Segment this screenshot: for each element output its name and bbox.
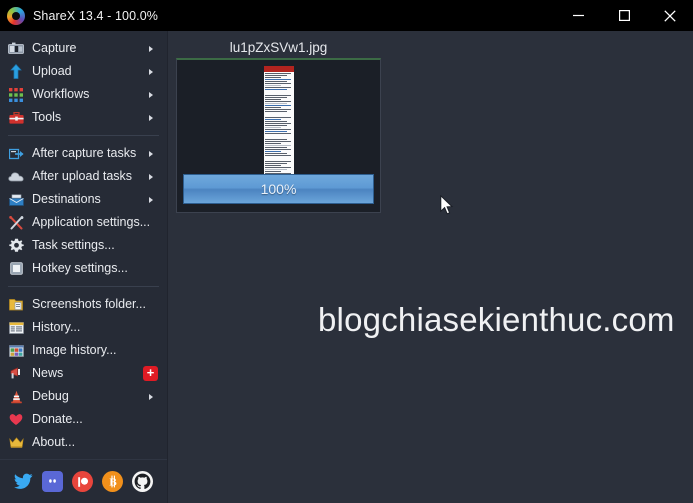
main-menu-panel: Capture Upload Workflows Tools After cap… [0,31,168,503]
menu-item-news[interactable]: News + [0,362,167,385]
toolbox-icon [8,110,24,126]
image-history-icon [8,343,24,359]
menu-item-label: News [32,366,64,381]
task-filename: lu1pZxSVw1.jpg [229,40,328,55]
menu-item-debug[interactable]: Debug [0,385,167,408]
megaphone-icon [8,366,24,382]
menu-item-about[interactable]: About... [0,431,167,454]
mouse-cursor-icon [440,194,454,216]
history-icon [8,320,24,336]
menu-separator [8,286,159,287]
menu-item-image-history[interactable]: Image history... [0,339,167,362]
menu-item-label: After capture tasks [32,146,137,161]
social-links-row: B [0,459,167,503]
chevron-right-icon [149,393,153,400]
menu-item-workflows[interactable]: Workflows [0,83,167,106]
menu-item-tools[interactable]: Tools [0,106,167,129]
heart-icon [8,412,24,428]
close-button[interactable] [647,0,693,31]
menu-item-label: Capture [32,41,77,56]
news-badge: + [143,366,158,381]
menu-item-label: Destinations [32,192,101,207]
menu-item-application-settings[interactable]: Application settings... [0,211,167,234]
menu-group-capture: Capture Upload Workflows Tools After cap… [0,31,167,454]
sharex-window: ShareX 13.4 - 100.0% Capture Upload Work… [0,0,693,503]
chevron-right-icon [149,173,153,180]
menu-item-label: After upload tasks [32,169,133,184]
keyboard-key-icon [8,261,24,277]
github-icon[interactable] [132,471,153,492]
traffic-cone-icon [8,389,24,405]
task-progress-label: 100% [260,181,297,197]
upload-arrow-icon [8,64,24,80]
after-capture-icon [8,146,24,162]
chevron-right-icon [149,196,153,203]
menu-separator [8,135,159,136]
menu-item-label: About... [32,435,76,450]
twitter-icon[interactable] [12,471,33,492]
menu-item-destinations[interactable]: Destinations [0,188,167,211]
window-controls [555,0,693,31]
menu-item-label: Tools [32,110,62,125]
destinations-icon [8,192,24,208]
menu-item-label: Upload [32,64,72,79]
task-item[interactable]: lu1pZxSVw1.jpg 100% [176,37,381,213]
title-bar: ShareX 13.4 - 100.0% [0,0,693,31]
chevron-right-icon [149,150,153,157]
chevron-right-icon [149,68,153,75]
cloud-icon [8,169,24,185]
menu-item-label: Screenshots folder... [32,297,146,312]
window-title: ShareX 13.4 - 100.0% [33,8,158,23]
task-list-area[interactable]: lu1pZxSVw1.jpg 100% blogchiasekienthuc.c… [168,31,693,503]
bitcoin-icon[interactable]: B [102,471,123,492]
patreon-icon[interactable] [72,471,93,492]
chevron-right-icon [149,45,153,52]
menu-item-history[interactable]: History... [0,316,167,339]
tools-cross-icon [8,215,24,231]
menu-item-after-upload-tasks[interactable]: After upload tasks [0,165,167,188]
svg-text:B: B [109,477,117,489]
menu-item-after-capture-tasks[interactable]: After capture tasks [0,142,167,165]
folder-icon [8,297,24,313]
chevron-right-icon [149,91,153,98]
maximize-button[interactable] [601,0,647,31]
workflows-grid-icon [8,87,24,103]
task-progress-bar: 100% [183,174,374,204]
menu-item-capture[interactable]: Capture [0,37,167,60]
menu-item-label: Application settings... [32,215,151,230]
crown-icon [8,435,24,451]
menu-item-screenshots-folder[interactable]: Screenshots folder... [0,293,167,316]
gear-icon [8,238,24,254]
menu-item-task-settings[interactable]: Task settings... [0,234,167,257]
discord-icon[interactable] [42,471,63,492]
menu-item-donate[interactable]: Donate... [0,408,167,431]
menu-item-label: Image history... [32,343,117,358]
task-thumbnail-card[interactable]: 100% [176,58,381,213]
menu-item-label: Debug [32,389,69,404]
camera-icon [8,41,24,57]
menu-item-hotkey-settings[interactable]: Hotkey settings... [0,257,167,280]
watermark-text: blogchiasekienthuc.com [318,301,675,338]
menu-item-label: Workflows [32,87,90,102]
menu-item-label: Hotkey settings... [32,261,128,276]
chevron-right-icon [149,114,153,121]
menu-item-label: History... [32,320,81,335]
menu-item-label: Task settings... [32,238,115,253]
sharex-logo-icon [7,6,25,25]
menu-item-label: Donate... [32,412,83,427]
minimize-button[interactable] [555,0,601,31]
menu-item-upload[interactable]: Upload [0,60,167,83]
